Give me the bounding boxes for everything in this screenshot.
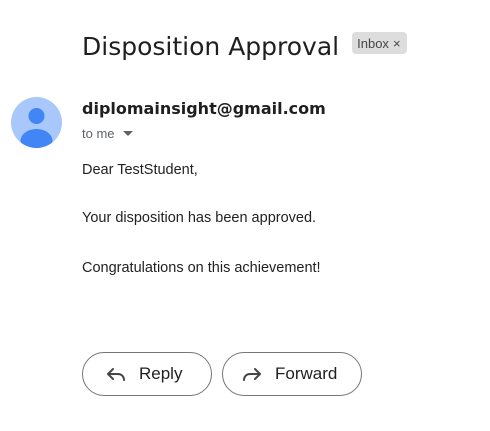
recipient-text: to me [82,126,115,141]
label-text: Inbox [357,35,389,51]
body-congrats: Congratulations on this achievement! [82,260,321,276]
sender-email[interactable]: diplomainsight@gmail.com [82,99,326,118]
body-greeting: Dear TestStudent, [82,162,198,178]
avatar[interactable] [11,97,62,148]
subject-row: Disposition Approval Inbox × [82,28,407,64]
forward-label: Forward [275,364,338,383]
body-message: Your disposition has been approved. [82,210,317,226]
caret-down-icon[interactable] [122,131,133,136]
recipient-line: to me [82,126,133,141]
reply-label: Reply [139,364,183,383]
forward-arrow-icon [241,363,263,385]
email-subject: Disposition Approval [82,31,340,61]
reply-arrow-icon [105,363,127,385]
person-icon [20,108,53,148]
forward-button[interactable]: Forward [222,352,362,396]
close-icon[interactable]: × [393,36,401,51]
inbox-label-chip[interactable]: Inbox × [352,32,407,54]
reply-button[interactable]: Reply [82,352,212,396]
